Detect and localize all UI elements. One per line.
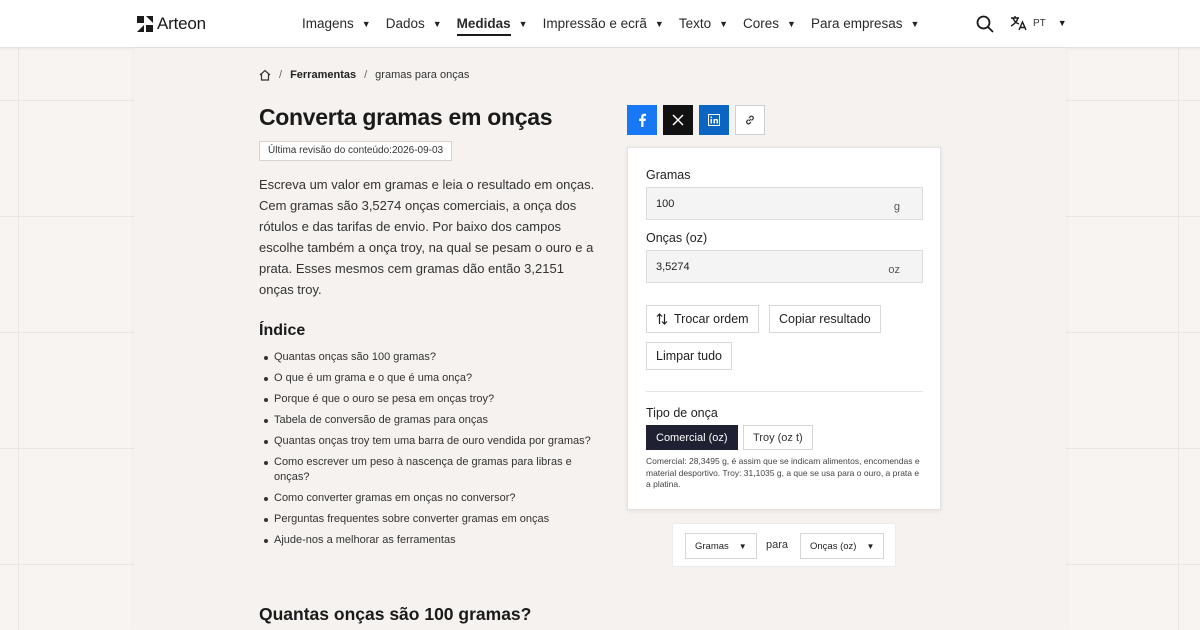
search-icon[interactable] <box>976 15 994 33</box>
nav-item-dados[interactable]: Dados ▼ <box>386 16 442 31</box>
caret-down-icon: ▼ <box>787 18 796 29</box>
nav-item-medidas[interactable]: Medidas ▼ <box>456 16 528 36</box>
breadcrumb-current: gramas para onças <box>375 69 470 81</box>
brand-logo[interactable]: Arteon <box>137 14 206 34</box>
copy-link-button[interactable] <box>735 105 765 135</box>
toc-title: Índice <box>259 322 306 339</box>
converter-card: Gramas g Onças (oz) oz Trocar ordem Copi… <box>627 147 941 510</box>
share-linkedin-button[interactable] <box>699 105 729 135</box>
swap-arrows-icon <box>656 313 668 325</box>
top-navigation-bar: Arteon Imagens ▼ Dados ▼ Medidas ▼ Impre… <box>0 0 1200 48</box>
facebook-icon <box>639 113 646 127</box>
breadcrumb-separator: / <box>279 69 283 81</box>
caret-down-icon: ▼ <box>518 18 528 29</box>
main-nav: Imagens ▼ Dados ▼ Medidas ▼ Impressão e … <box>302 16 934 36</box>
to-unit-select[interactable]: Onças (oz) ▼ <box>800 533 885 559</box>
nav-label: Texto <box>678 16 712 31</box>
nav-label: Cores <box>743 16 780 31</box>
brand-name: Arteon <box>157 14 206 33</box>
language-label: PT <box>1033 17 1046 29</box>
toc-link[interactable]: Tabela de conversão de gramas para onças <box>264 413 614 428</box>
grams-input[interactable] <box>647 188 877 219</box>
unit-selector-bar: Gramas ▼ para Onças (oz) ▼ <box>672 523 896 567</box>
grams-field[interactable]: g <box>646 187 923 220</box>
copy-result-label: Copiar resultado <box>779 312 871 326</box>
breadcrumb: / Ferramentas / gramas para onças <box>259 69 469 81</box>
brand-logo-icon <box>137 16 153 32</box>
share-x-button[interactable] <box>663 105 693 135</box>
link-icon <box>746 115 754 125</box>
breadcrumb-section[interactable]: Ferramentas <box>290 69 356 81</box>
ounce-type-troy[interactable]: Troy (oz t) <box>743 425 813 450</box>
section-heading: Quantas onças são 100 gramas? <box>259 604 532 624</box>
swap-order-button[interactable]: Trocar ordem <box>646 305 759 333</box>
nav-item-cores[interactable]: Cores ▼ <box>743 16 796 31</box>
translate-icon <box>1010 16 1027 31</box>
nav-label: Dados <box>385 16 425 31</box>
nav-item-imagens[interactable]: Imagens ▼ <box>302 16 371 31</box>
toc-link[interactable]: O que é um grama e o que é uma onça? <box>264 371 614 386</box>
linkedin-icon <box>708 114 720 126</box>
nav-item-impressao[interactable]: Impressão e ecrã ▼ <box>543 16 664 31</box>
ounce-type-commercial[interactable]: Comercial (oz) <box>646 425 738 450</box>
from-unit-value: Gramas <box>695 540 729 552</box>
table-of-contents: Quantas onças são 100 gramas? O que é um… <box>264 350 614 554</box>
toc-link[interactable]: Ajude-nos a melhorar as ferramentas <box>264 533 614 548</box>
toc-link[interactable]: Quantas onças são 100 gramas? <box>264 350 614 365</box>
caret-down-icon: ▼ <box>866 541 875 551</box>
nav-label: Impressão e ecrã <box>542 16 647 31</box>
revision-badge: Última revisão do conteúdo:2026-09-03 <box>259 141 453 161</box>
share-buttons <box>627 105 765 135</box>
unit-connector: para <box>766 539 789 551</box>
home-icon[interactable] <box>259 69 271 81</box>
ounce-type-note: Comercial: 28,3495 g, é assim que se ind… <box>646 456 920 489</box>
toc-link[interactable]: Como escrever um peso à nascença de gram… <box>264 455 574 485</box>
nav-label: Para empresas <box>810 16 903 31</box>
caret-down-icon: ▼ <box>1057 18 1067 28</box>
caret-down-icon: ▼ <box>719 18 729 29</box>
ounces-input[interactable] <box>647 251 877 282</box>
clear-all-label: Limpar tudo <box>656 349 723 363</box>
ounces-field[interactable]: oz <box>646 250 923 283</box>
swap-order-label: Trocar ordem <box>674 312 749 326</box>
card-divider <box>646 391 923 392</box>
ounces-unit: oz <box>888 264 900 276</box>
from-unit-select[interactable]: Gramas ▼ <box>685 533 757 559</box>
nav-label: Medidas <box>456 16 511 31</box>
x-logo-icon <box>672 114 684 126</box>
nav-label: Imagens <box>302 16 354 31</box>
to-unit-value: Onças (oz) <box>810 540 857 552</box>
language-selector[interactable]: PT ▼ <box>1010 15 1067 31</box>
grams-label: Gramas <box>646 168 691 182</box>
nav-item-empresas[interactable]: Para empresas ▼ <box>811 16 919 31</box>
caret-down-icon: ▼ <box>910 18 920 29</box>
intro-paragraph: Escreva um valor em gramas e leia o resu… <box>259 177 595 297</box>
caret-down-icon: ▼ <box>654 18 664 29</box>
nav-item-texto[interactable]: Texto ▼ <box>679 16 728 31</box>
toc-link[interactable]: Como converter gramas em onças no conver… <box>264 491 614 506</box>
caret-down-icon: ▼ <box>432 18 442 29</box>
grams-unit: g <box>893 201 900 213</box>
page-title: Converta gramas em onças <box>259 104 553 130</box>
breadcrumb-separator: / <box>364 69 368 81</box>
toc-link[interactable]: Porque é que o ouro se pesa em onças tro… <box>264 392 614 407</box>
toc-link[interactable]: Quantas onças troy tem uma barra de ouro… <box>264 434 614 449</box>
share-facebook-button[interactable] <box>627 105 657 135</box>
clear-all-button[interactable]: Limpar tudo <box>646 342 733 370</box>
ounces-label: Onças (oz) <box>646 231 708 245</box>
toc-link[interactable]: Perguntas frequentes sobre converter gra… <box>264 512 614 527</box>
caret-down-icon: ▼ <box>738 541 747 551</box>
caret-down-icon: ▼ <box>361 18 371 29</box>
copy-result-button[interactable]: Copiar resultado <box>769 305 881 333</box>
ounce-type-label: Tipo de onça <box>646 406 718 420</box>
